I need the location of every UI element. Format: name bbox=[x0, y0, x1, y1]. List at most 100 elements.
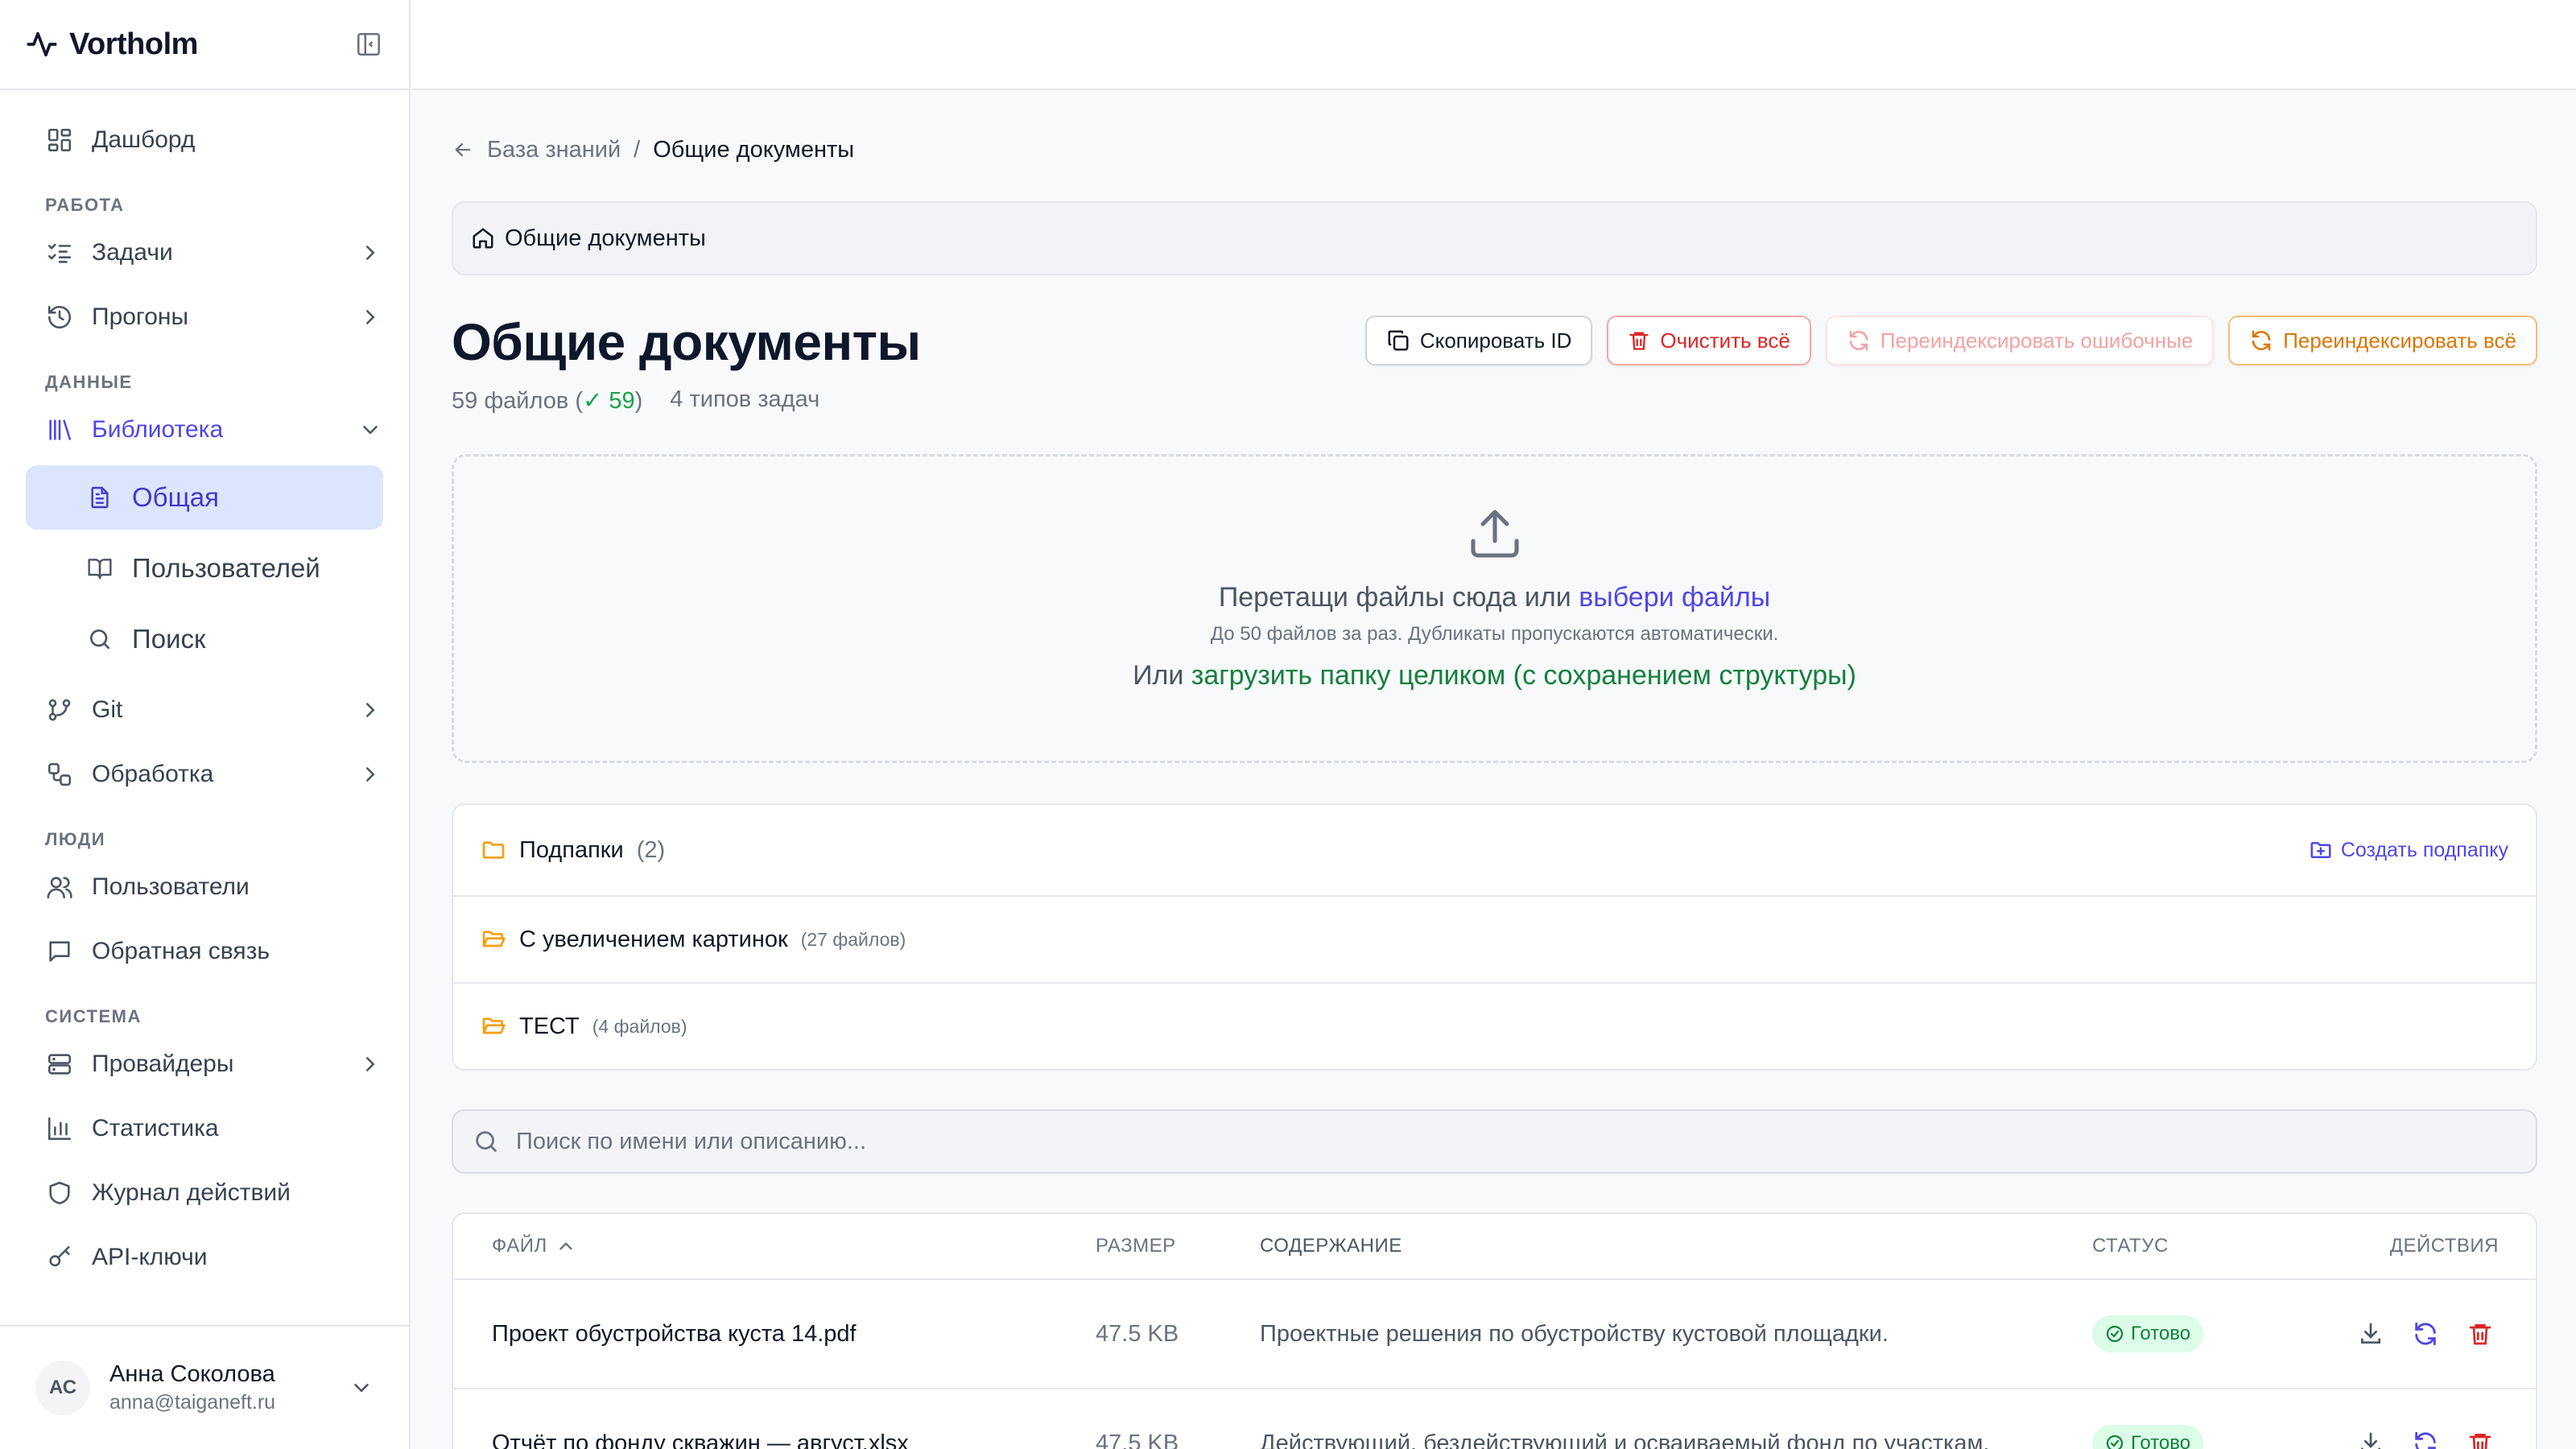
breadcrumb: База знаний / Общие документы bbox=[452, 90, 2537, 201]
breadcrumb-current: Общие документы bbox=[653, 136, 855, 163]
library-icon bbox=[45, 415, 74, 444]
sidebar-item-providers[interactable]: Провайдеры bbox=[0, 1032, 409, 1096]
sidebar-item-users[interactable]: Пользователи bbox=[0, 855, 409, 919]
page-header: Общие документы 59 файлов (✓ 59) 4 типов… bbox=[452, 275, 2537, 454]
sort-ascending-icon bbox=[555, 1236, 576, 1257]
page-title: Общие документы bbox=[452, 313, 921, 371]
app-logo[interactable]: Vortholm bbox=[26, 27, 198, 62]
reindex-icon[interactable] bbox=[2407, 1425, 2444, 1449]
chevron-right-icon bbox=[356, 760, 385, 789]
copy-id-button[interactable]: Скопировать ID bbox=[1364, 316, 1593, 365]
sidebar-item-dashboard[interactable]: Дашборд bbox=[0, 108, 409, 172]
collapse-sidebar-button[interactable] bbox=[353, 28, 385, 60]
file-content: Действующий, бездействующий и осваиваемы… bbox=[1260, 1430, 1990, 1449]
sidebar-item-feedback[interactable]: Обратная связь bbox=[0, 919, 409, 984]
subfolder-name: С увеличением картинок bbox=[519, 926, 788, 952]
file-search[interactable]: Поиск по имени или описанию... bbox=[452, 1109, 2537, 1174]
sidebar-item-label: Git bbox=[92, 696, 123, 723]
git-branch-icon bbox=[45, 696, 74, 724]
dropzone-prompt: Перетащи файлы сюда или выбери файлы bbox=[1218, 582, 1771, 613]
sidebar-item-label: Дашборд bbox=[92, 126, 196, 153]
list-checks-icon bbox=[45, 238, 74, 267]
sidebar-item-api-keys[interactable]: API-ключи bbox=[0, 1225, 409, 1290]
chevron-right-icon bbox=[356, 303, 385, 332]
column-file-header[interactable]: ФАЙЛ bbox=[453, 1235, 1096, 1257]
sidebar-item-processing[interactable]: Обработка bbox=[0, 742, 409, 807]
sidebar-item-label: Пользователи bbox=[92, 873, 250, 900]
sidebar-item-library-general[interactable]: Общая bbox=[26, 465, 383, 530]
column-content-header: СОДЕРЖАНИЕ bbox=[1260, 1235, 1402, 1257]
file-name[interactable]: Проект обустройства куста 14.pdf bbox=[453, 1321, 1096, 1348]
download-icon[interactable] bbox=[2352, 1425, 2389, 1449]
sidebar-item-library-users[interactable]: Пользователей bbox=[26, 536, 383, 601]
arrow-left-icon[interactable] bbox=[452, 138, 474, 161]
subfolder-files-count: (4 файлов) bbox=[592, 1015, 687, 1037]
delete-icon[interactable] bbox=[2462, 1425, 2499, 1449]
sidebar-item-library-search[interactable]: Поиск bbox=[26, 607, 383, 671]
delete-icon[interactable] bbox=[2462, 1315, 2499, 1352]
file-size: 47.5 KB bbox=[1096, 1320, 1179, 1347]
column-size-header[interactable]: РАЗМЕР bbox=[1096, 1235, 1260, 1257]
sidebar-item-statistics[interactable]: Статистика bbox=[0, 1096, 409, 1161]
upload-folder-link[interactable]: загрузить папку целиком (с сохранением с… bbox=[1191, 660, 1856, 691]
breadcrumb-separator: / bbox=[634, 136, 641, 163]
files-count: 59 файлов (✓ 59) bbox=[452, 388, 643, 414]
column-status-header[interactable]: СТАТУС bbox=[2092, 1235, 2326, 1257]
refresh-icon bbox=[2249, 328, 2273, 353]
folder-path-bar: Общие документы bbox=[452, 201, 2537, 275]
home-icon[interactable] bbox=[471, 226, 495, 250]
breadcrumb-parent-link[interactable]: База знаний bbox=[487, 137, 621, 163]
sidebar-item-label: Статистика bbox=[92, 1115, 219, 1141]
download-icon[interactable] bbox=[2352, 1315, 2389, 1352]
book-open-icon bbox=[85, 554, 114, 583]
user-name: Анна Соколова bbox=[109, 1361, 275, 1387]
subfolder-row[interactable]: С увеличением картинок (27 файлов) bbox=[453, 895, 2536, 982]
sidebar-item-git[interactable]: Git bbox=[0, 678, 409, 742]
reindex-failed-button[interactable]: Переиндексировать ошибочные bbox=[1825, 316, 2215, 365]
users-icon bbox=[45, 873, 74, 902]
key-icon bbox=[45, 1243, 74, 1272]
user-menu[interactable]: АС Анна Соколова anna@taiganeft.ru bbox=[0, 1325, 409, 1449]
row-actions bbox=[2326, 1315, 2536, 1352]
history-icon bbox=[45, 303, 74, 332]
reindex-icon[interactable] bbox=[2407, 1315, 2444, 1352]
sidebar-item-tasks[interactable]: Задачи bbox=[0, 221, 409, 285]
row-actions bbox=[2326, 1425, 2536, 1449]
files-table: ФАЙЛ РАЗМЕР СОДЕРЖАНИЕ СТАТУС ДЕЙСТВИЯ П… bbox=[452, 1212, 2537, 1449]
page-actions: Скопировать ID Очистить всё Переиндексир… bbox=[1364, 316, 2537, 365]
sidebar-item-library[interactable]: Библиотека bbox=[0, 398, 409, 462]
sidebar-item-audit-log[interactable]: Журнал действий bbox=[0, 1161, 409, 1225]
choose-files-link[interactable]: выбери файлы bbox=[1579, 582, 1770, 613]
user-info: Анна Соколова anna@taiganeft.ru bbox=[109, 1361, 275, 1414]
sidebar-item-label: Журнал действий bbox=[92, 1179, 291, 1206]
status-badge: Готово bbox=[2092, 1425, 2204, 1449]
sidebar-item-label: Обратная связь bbox=[92, 938, 270, 964]
reindex-all-button[interactable]: Переиндексировать всё bbox=[2228, 316, 2537, 365]
search-input[interactable]: Поиск по имени или описанию... bbox=[516, 1129, 866, 1155]
status-badge: Готово bbox=[2092, 1315, 2204, 1352]
folder-open-icon bbox=[481, 927, 506, 952]
subfolder-row[interactable]: ТЕСТ (4 файлов) bbox=[453, 982, 2536, 1069]
sidebar-toggle-icon bbox=[357, 32, 381, 56]
upload-icon bbox=[1466, 505, 1524, 563]
folder-plus-icon bbox=[2309, 838, 2333, 862]
table-row[interactable]: Отчёт по фонду скважин — август.xlsx 47.… bbox=[453, 1389, 2536, 1449]
table-header: ФАЙЛ РАЗМЕР СОДЕРЖАНИЕ СТАТУС ДЕЙСТВИЯ bbox=[453, 1214, 2536, 1280]
clear-all-button[interactable]: Очистить всё bbox=[1607, 316, 1811, 365]
file-content: Проектные решения по обустройству кустов… bbox=[1260, 1320, 1889, 1347]
path-root-label[interactable]: Общие документы bbox=[505, 225, 706, 252]
page-stats: 59 файлов (✓ 59) 4 типов задач bbox=[452, 386, 819, 415]
dropzone-hint: До 50 файлов за раз. Дубликаты пропускаю… bbox=[1210, 623, 1779, 645]
table-row[interactable]: Проект обустройства куста 14.pdf 47.5 KB… bbox=[453, 1280, 2536, 1389]
section-system: СИСТЕМА bbox=[45, 1006, 142, 1026]
file-dropzone[interactable]: Перетащи файлы сюда или выбери файлы До … bbox=[452, 454, 2537, 763]
file-name[interactable]: Отчёт по фонду скважин — август.xlsx bbox=[453, 1430, 1096, 1449]
sidebar-item-label: Библиотека bbox=[92, 416, 224, 443]
copy-icon bbox=[1386, 328, 1410, 353]
subfolders-header: Подпапки (2) Создать подпапку bbox=[453, 805, 2536, 895]
shield-icon bbox=[45, 1179, 74, 1208]
file-size: 47.5 KB bbox=[1096, 1430, 1179, 1449]
subfolders-panel: Подпапки (2) Создать подпапку С увеличен… bbox=[452, 803, 2537, 1071]
create-subfolder-button[interactable]: Создать подпапку bbox=[2309, 838, 2508, 862]
sidebar-item-runs[interactable]: Прогоны bbox=[0, 285, 409, 349]
